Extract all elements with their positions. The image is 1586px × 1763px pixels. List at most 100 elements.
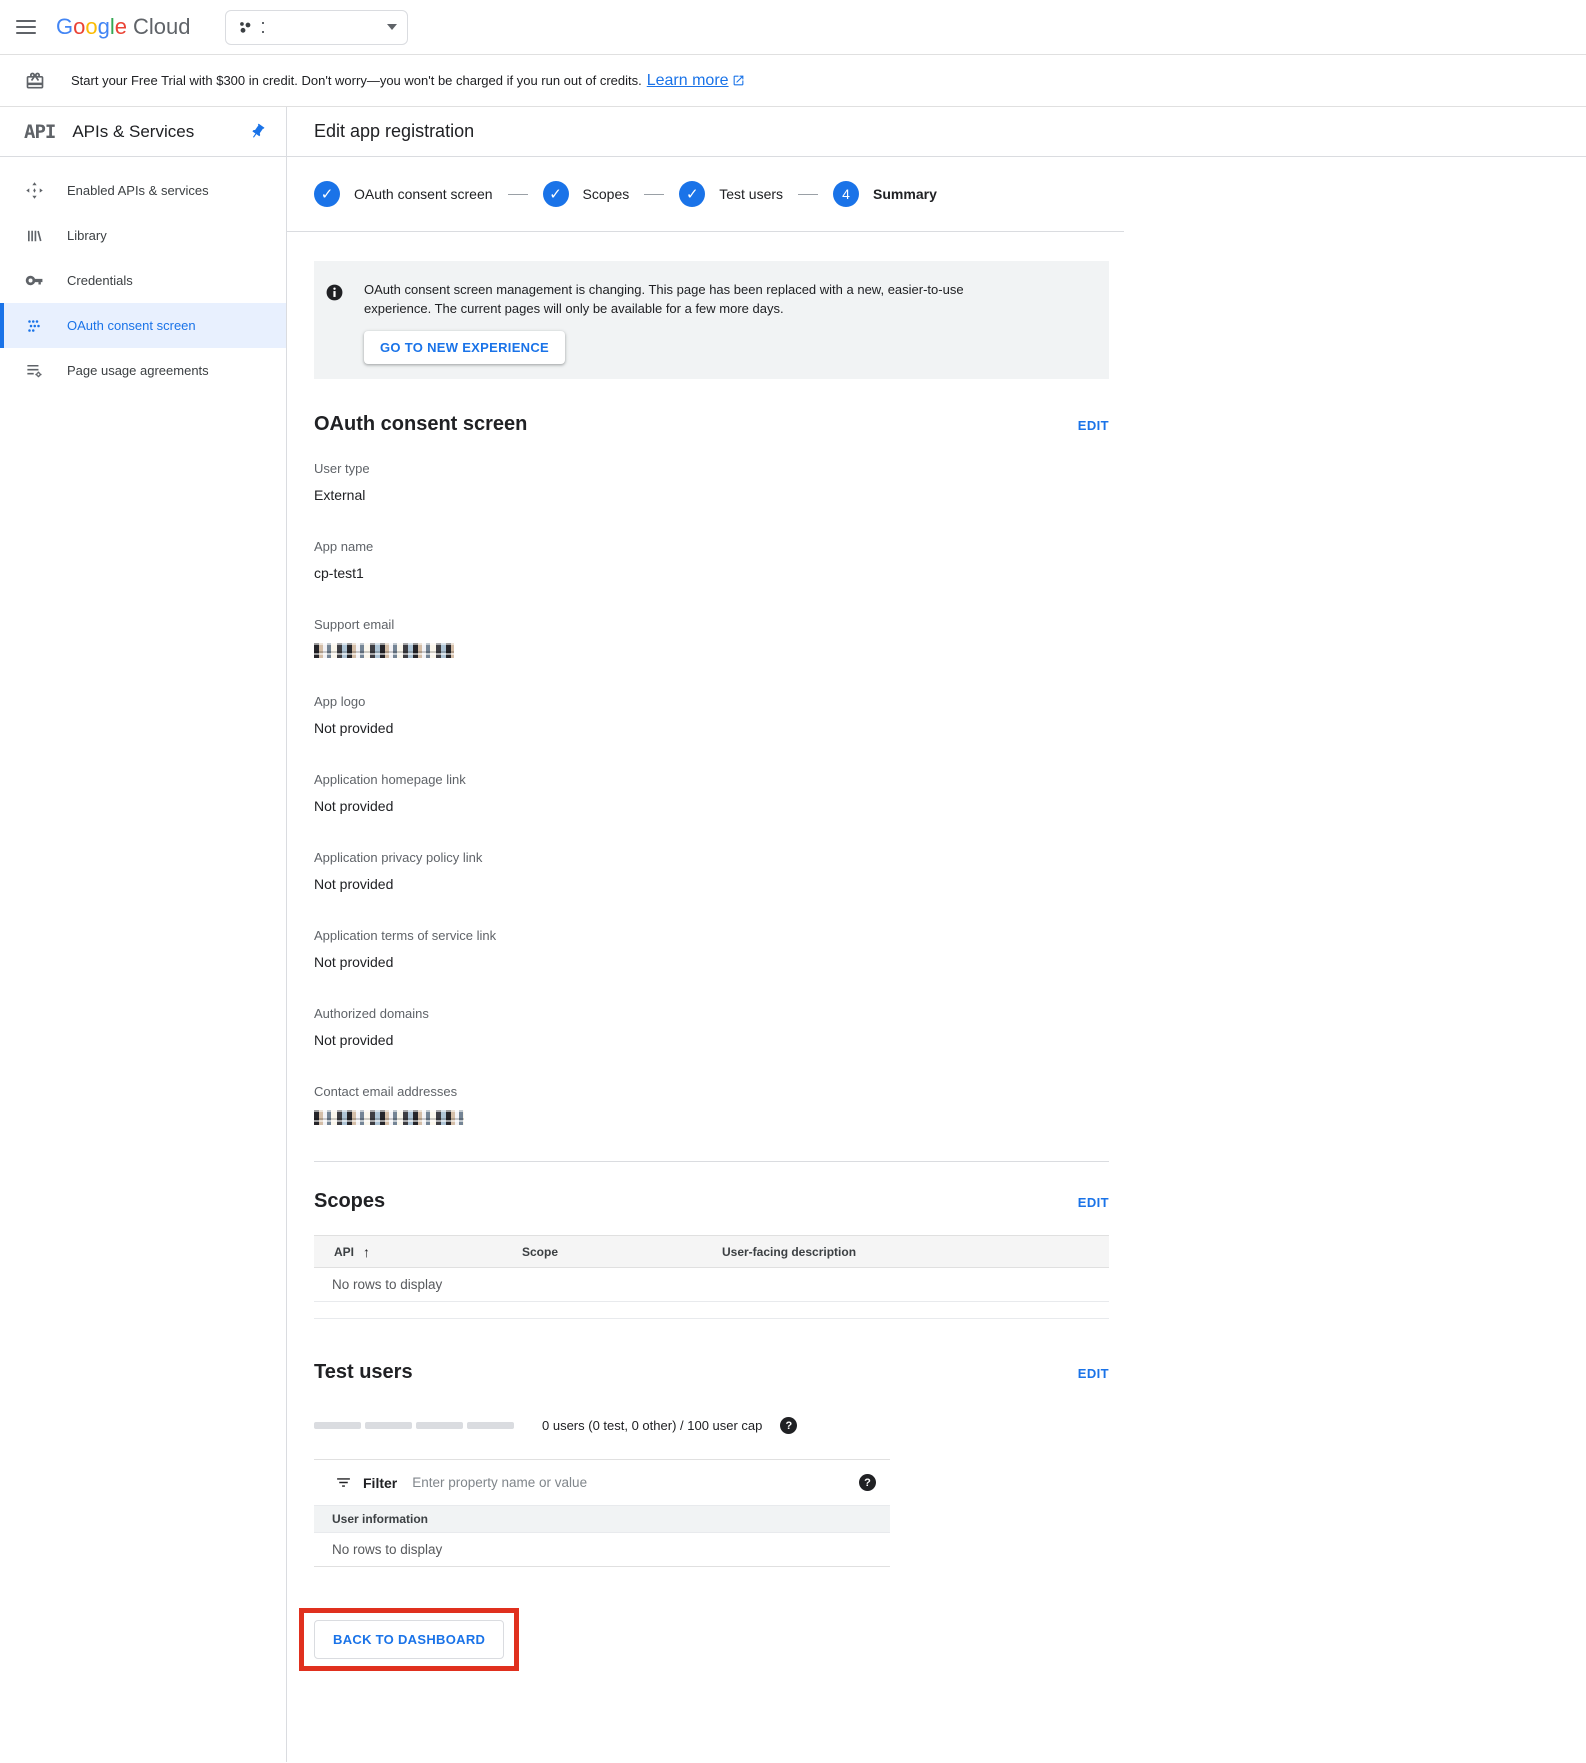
library-icon (24, 227, 44, 245)
key-icon (24, 271, 44, 290)
field-value: Not provided (314, 1032, 1586, 1048)
step-connector (508, 194, 528, 195)
step-connector (798, 194, 818, 195)
go-to-new-experience-button[interactable]: GO TO NEW EXPERIENCE (364, 331, 565, 364)
field-label: User type (314, 461, 1586, 476)
field-value: Not provided (314, 876, 1586, 892)
page-title: Edit app registration (314, 121, 474, 142)
section-title: Scopes (314, 1190, 385, 1213)
step-scopes[interactable]: ✓ Scopes (543, 181, 630, 207)
column-header-api[interactable]: API ↑ (314, 1244, 522, 1260)
step-number-badge: 4 (833, 181, 859, 207)
free-trial-banner: Start your Free Trial with $300 in credi… (0, 55, 1586, 107)
test-users-table: Filter ? User information No rows to dis… (314, 1459, 890, 1567)
field-label: Support email (314, 617, 1586, 632)
field-app-logo: App logo Not provided (314, 694, 1586, 736)
edit-test-users-link[interactable]: EDIT (1078, 1366, 1109, 1381)
filter-label: Filter (363, 1475, 397, 1491)
sidebar-nav: Enabled APIs & services Library Credenti… (0, 157, 286, 393)
notice-text: OAuth consent screen management is chang… (364, 280, 1032, 318)
list-gear-icon (24, 361, 44, 380)
sidebar-header: API APIs & Services (0, 107, 286, 157)
scopes-section: Scopes EDIT API ↑ Scope User-facing desc… (314, 1190, 1586, 1319)
filter-input[interactable] (412, 1475, 859, 1490)
compass-arrows-icon (24, 181, 44, 200)
project-icon (237, 19, 254, 36)
edit-scopes-link[interactable]: EDIT (1078, 1195, 1109, 1210)
step-label: Test users (719, 186, 783, 202)
external-link-icon (732, 74, 745, 87)
help-icon[interactable]: ? (780, 1417, 797, 1434)
menu-icon[interactable] (16, 16, 36, 38)
field-app-name: App name cp-test1 (314, 539, 1586, 581)
field-value: Not provided (314, 720, 1586, 736)
free-trial-text: Start your Free Trial with $300 in credi… (71, 73, 642, 88)
column-header-scope[interactable]: Scope (522, 1245, 722, 1259)
sidebar-item-page-usage-agreements[interactable]: Page usage agreements (0, 348, 286, 393)
step-label: Scopes (583, 186, 630, 202)
section-title: OAuth consent screen (314, 413, 527, 436)
sidebar-item-enabled-apis[interactable]: Enabled APIs & services (0, 168, 286, 213)
section-title: Test users (314, 1361, 413, 1384)
field-contact-emails: Contact email addresses (314, 1084, 1586, 1125)
deprecation-notice: OAuth consent screen management is chang… (314, 261, 1109, 379)
user-information-header: User information (314, 1505, 890, 1532)
cloud-logo-text: Cloud (133, 14, 190, 40)
column-header-description[interactable]: User-facing description (722, 1245, 1109, 1259)
google-cloud-logo[interactable]: Google Cloud (56, 14, 191, 40)
field-value: External (314, 487, 1586, 503)
column-label: API (334, 1245, 354, 1259)
sidebar-item-library[interactable]: Library (0, 213, 286, 258)
consent-dots-icon (24, 317, 44, 335)
step-complete-check-icon: ✓ (314, 181, 340, 207)
oauth-consent-section: OAuth consent screen EDIT User type Exte… (314, 413, 1586, 1162)
sidebar-item-label: OAuth consent screen (67, 318, 196, 333)
back-to-dashboard-button[interactable]: BACK TO DASHBOARD (314, 1620, 504, 1659)
sidebar-item-label: Enabled APIs & services (67, 183, 209, 198)
field-label: Application privacy policy link (314, 850, 1586, 865)
field-label: Authorized domains (314, 1006, 1586, 1021)
field-homepage-link: Application homepage link Not provided (314, 772, 1586, 814)
edit-consent-link[interactable]: EDIT (1078, 418, 1109, 433)
pin-icon[interactable] (246, 120, 270, 144)
page-title-row: Edit app registration (287, 107, 1586, 157)
api-logo: API (24, 121, 55, 143)
sidebar-item-credentials[interactable]: Credentials (0, 258, 286, 303)
stepper: ✓ OAuth consent screen ✓ Scopes ✓ Test u… (287, 157, 1124, 232)
step-summary[interactable]: 4 Summary (833, 181, 937, 207)
sidebar-item-oauth-consent-screen[interactable]: OAuth consent screen (0, 303, 286, 348)
field-authorized-domains: Authorized domains Not provided (314, 1006, 1586, 1048)
field-value: Not provided (314, 954, 1586, 970)
help-icon[interactable]: ? (859, 1474, 876, 1491)
test-users-section: Test users EDIT 0 users (0 test, 0 other… (314, 1361, 1586, 1567)
project-selector[interactable] (225, 10, 408, 45)
field-value: cp-test1 (314, 565, 1586, 581)
top-bar: Google Cloud (0, 0, 1586, 55)
scopes-table-header: API ↑ Scope User-facing description (314, 1235, 1109, 1268)
field-value: Not provided (314, 798, 1586, 814)
red-annotation-box: BACK TO DASHBOARD (299, 1608, 519, 1671)
scopes-table: API ↑ Scope User-facing description No r… (314, 1235, 1109, 1319)
field-label: App logo (314, 694, 1586, 709)
field-terms-of-service-link: Application terms of service link Not pr… (314, 928, 1586, 970)
step-complete-check-icon: ✓ (679, 181, 705, 207)
step-label: OAuth consent screen (354, 186, 493, 202)
field-label: App name (314, 539, 1586, 554)
step-complete-check-icon: ✓ (543, 181, 569, 207)
filter-row: Filter ? (314, 1460, 890, 1505)
sidebar-item-label: Page usage agreements (67, 363, 209, 378)
field-privacy-policy-link: Application privacy policy link Not prov… (314, 850, 1586, 892)
step-oauth-consent-screen[interactable]: ✓ OAuth consent screen (314, 181, 493, 207)
user-cap-row: 0 users (0 test, 0 other) / 100 user cap… (314, 1417, 1586, 1434)
learn-more-label: Learn more (647, 72, 729, 90)
project-name-redacted (262, 22, 266, 33)
field-user-type: User type External (314, 461, 1586, 503)
test-users-empty-row: No rows to display (314, 1532, 890, 1567)
table-footer-row (314, 1302, 1109, 1319)
step-test-users[interactable]: ✓ Test users (679, 181, 783, 207)
user-cap-text: 0 users (0 test, 0 other) / 100 user cap (542, 1418, 762, 1433)
learn-more-link[interactable]: Learn more (647, 72, 745, 90)
gift-icon (25, 71, 45, 91)
sidebar-item-label: Library (67, 228, 107, 243)
section-divider (314, 1161, 1109, 1162)
